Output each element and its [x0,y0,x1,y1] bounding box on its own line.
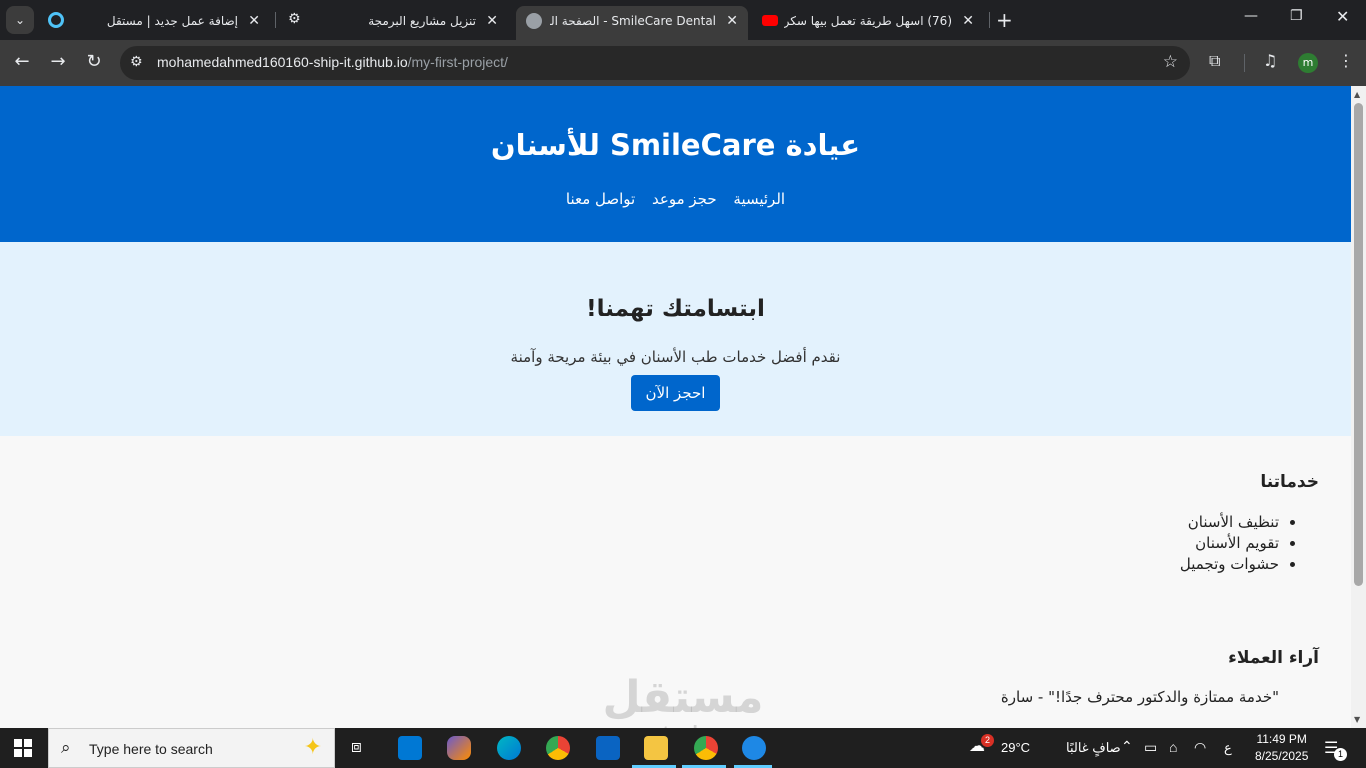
chevron-up-icon[interactable]: ⌃ [1121,738,1133,755]
scroll-thumb[interactable] [1354,103,1363,586]
reload-button[interactable]: ↻ [82,51,106,72]
more-menu-icon[interactable]: ⋮ [1338,51,1354,70]
chrome-icon[interactable] [546,736,570,760]
scroll-up-arrow[interactable]: ▲ [1354,90,1360,99]
clock-date: 8/25/2025 [1255,749,1309,763]
services-heading: خدماتنا [1260,472,1319,492]
book-now-button[interactable]: احجز الآن [631,375,720,411]
copilot-icon[interactable] [447,736,471,760]
site-info-icon[interactable]: ⚙ [130,54,143,70]
clock-time: 11:49 PM [1256,732,1307,746]
hero-subtitle: نقدم أفضل خدمات طب الأسنان في بيئة مريحة… [510,348,841,366]
scroll-down-arrow[interactable]: ▼ [1354,715,1360,724]
site-title: عيادة SmileCare للأسنان [490,128,861,162]
list-item: تنظيف الأسنان [1180,512,1279,533]
weather-temp[interactable]: 29°C [1001,740,1030,755]
edge-icon[interactable] [497,736,521,760]
tab-title: SmileCare Dental - الصفحة الرئيسية [550,14,716,28]
minimize-button[interactable]: — [1244,8,1258,24]
page-viewport: عيادة SmileCare للأسنان الرئيسية حجز موع… [0,86,1351,728]
weather-badge: 2 [981,734,994,747]
wifi-icon[interactable]: ◠ [1194,739,1206,756]
back-button[interactable]: ← [10,51,34,72]
restore-button[interactable]: ❐ [1290,8,1303,24]
tab-divider [989,12,990,28]
toolbar-divider [1244,54,1245,72]
notification-count: 1 [1334,748,1347,761]
clock[interactable]: 11:49 PM 8/25/2025 [1255,732,1308,763]
forward-button[interactable]: → [46,51,70,72]
tab-divider [275,12,276,28]
profile-avatar[interactable]: m [1298,53,1318,73]
close-icon[interactable]: ✕ [248,13,260,29]
site-header: عيادة SmileCare للأسنان الرئيسية حجز موع… [0,86,1351,242]
services-list: تنظيف الأسنان تقويم الأسنان حشوات وتجميل [1180,512,1319,575]
list-item: تقويم الأسنان [1180,533,1279,554]
tab-strip: ⌄ إضافة عمل جديد | مستقل ✕ ⚙ تنزيل مشاري… [0,0,1366,40]
hero-title: ابتسامتك تهمنا! [586,296,765,322]
battery-icon[interactable]: ▭ [1144,739,1157,756]
bookmark-star-icon[interactable]: ☆ [1163,52,1178,72]
nav-link-booking[interactable]: حجز موعد [652,190,717,208]
tab-smilecare[interactable]: SmileCare Dental - الصفحة الرئيسية ✕ [516,6,748,40]
new-tab-button[interactable]: + [996,8,1013,32]
tab-search-button[interactable]: ⌄ [6,6,34,34]
snipping-tool-icon[interactable] [742,736,766,760]
hero-section: ابتسامتك تهمنا! نقدم أفضل خدمات طب الأسن… [0,242,1351,436]
tab-projects[interactable]: ⚙ تنزيل مشاريع البرمجة ✕ [278,6,508,40]
weather-text[interactable]: صافٍ غالبًا [1066,740,1121,756]
services-section: خدماتنا تنظيف الأسنان تقويم الأسنان حشوا… [1180,472,1319,575]
youtube-icon [762,15,778,26]
file-explorer-icon[interactable] [644,736,668,760]
extensions-icon[interactable]: ⧉ [1209,51,1220,71]
testimonials-heading: آراء العملاء [1228,648,1319,668]
windows-start-icon[interactable] [14,739,32,757]
store-icon[interactable] [398,736,422,760]
tab-youtube[interactable]: (76) اسهل طريقة تعمل بيها سكرول ✕ [752,6,984,40]
windows-taskbar: ⌕ Type here to search ✦ ⧈ ☁ 2 29°C صافٍ … [0,728,1366,768]
network-icon[interactable]: ⌂ [1169,739,1177,755]
search-placeholder: Type here to search [89,741,213,757]
tab-title: تنزيل مشاريع البرمجة [368,14,476,28]
task-view-icon[interactable]: ⧈ [351,737,362,757]
globe-icon [526,13,542,29]
url-text[interactable]: mohamedahmed160160-ship-it.github.io/my-… [157,54,508,70]
testimonials-section: آراء العملاء "خدمة ممتازة والدكتور محترف… [1001,648,1319,706]
page-scrollbar[interactable]: ▲ ▼ [1351,86,1366,728]
chrome-profile-icon[interactable] [694,736,718,760]
ring-icon [48,12,64,28]
search-icon: ⌕ [61,738,71,758]
testimonial-quote: "خدمة ممتازة والدكتور محترف جدًا!" - سار… [1000,688,1279,706]
url-host: mohamedahmed160160-ship-it.github.io [157,54,408,70]
sparkle-icon: ✦ [303,735,322,760]
chatgpt-icon: ⚙ [288,11,301,27]
tab-title: (76) اسهل طريقة تعمل بيها سكرول [784,14,952,28]
close-icon[interactable]: ✕ [726,13,738,29]
address-bar[interactable]: ⚙ mohamedahmed160160-ship-it.github.io/m… [120,46,1190,80]
media-control-icon[interactable]: ♫ [1263,51,1277,70]
input-language[interactable]: ع [1224,740,1232,756]
nav-link-home[interactable]: الرئيسية [733,190,785,208]
close-icon[interactable]: ✕ [962,13,974,29]
close-icon[interactable]: ✕ [486,13,498,29]
tab-title: إضافة عمل جديد | مستقل [106,14,238,28]
nav-link-contact[interactable]: تواصل معنا [566,190,635,208]
taskbar-search[interactable]: ⌕ Type here to search ✦ [48,728,335,768]
close-window-button[interactable]: ✕ [1336,7,1349,26]
outlook-icon[interactable] [596,736,620,760]
list-item: حشوات وتجميل [1180,554,1279,575]
site-nav: الرئيسية حجز موعد تواصل معنا [0,190,1351,208]
browser-toolbar: ← → ↻ ⚙ mohamedahmed160160-ship-it.githu… [0,40,1366,86]
tab-mostaql[interactable]: إضافة عمل جديد | مستقل ✕ [84,6,270,40]
url-path: /my-first-project/ [407,54,508,70]
